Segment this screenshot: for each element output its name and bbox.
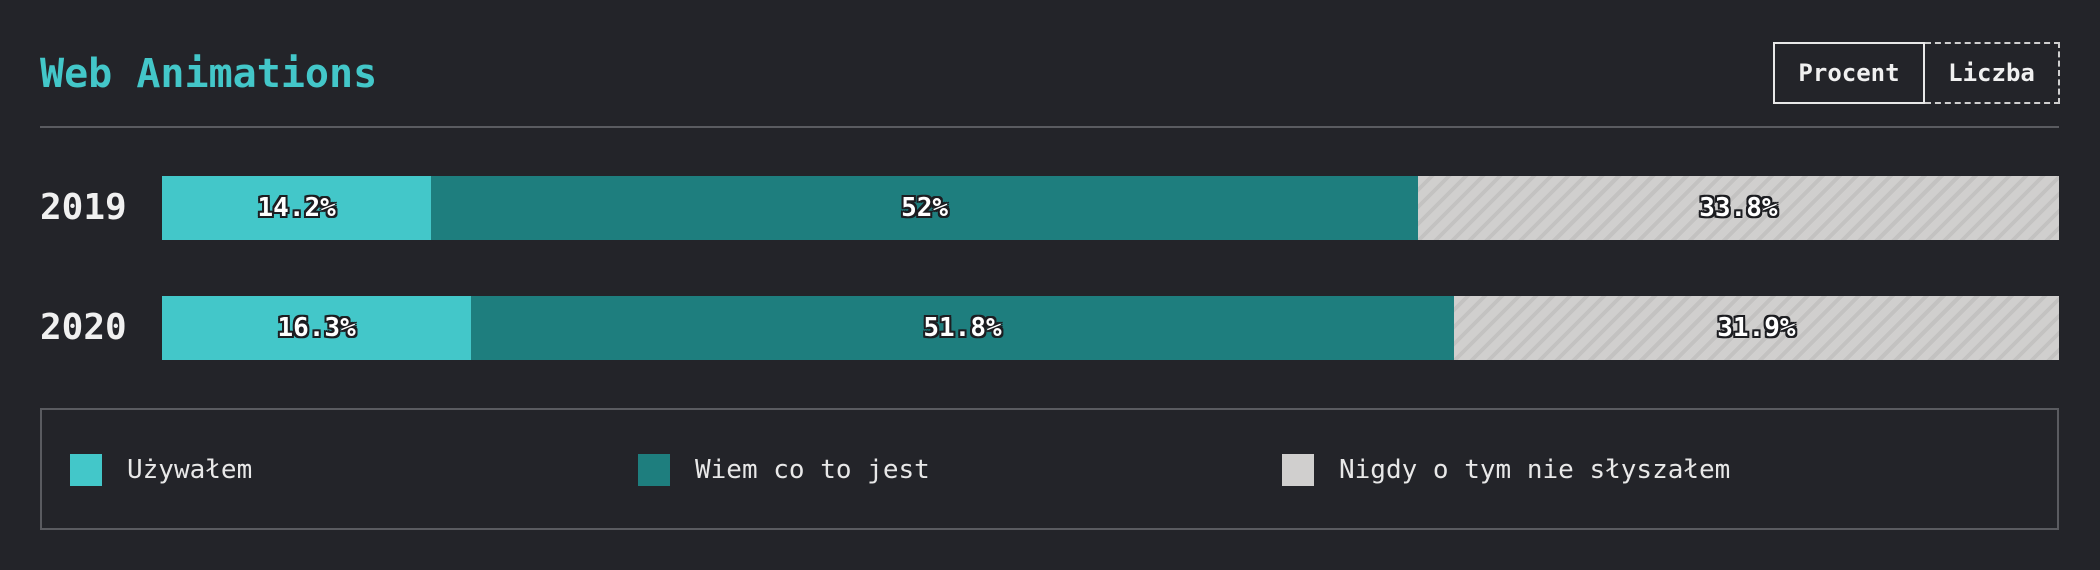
row-label: 2020 [40,307,127,348]
legend-label-never: Nigdy o tym nie słyszałem [1339,455,1731,485]
legend: Używałem Wiem co to jest Nigdy o tym nie… [40,408,2059,530]
bar-segment-known[interactable]: 51.8% [471,296,1454,360]
bar-segment-never[interactable]: 31.9% [1453,296,2059,360]
row-label: 2019 [40,187,127,228]
data-label: 14.2% [257,193,336,223]
header-divider [40,126,2059,128]
stacked-bar: 14.2% 52% 33.8% [162,176,2059,240]
data-label: 52% [901,193,949,223]
bar-row-2020: 2020 16.3% 51.8% 31.9% [40,296,2059,360]
legend-swatch-known [638,454,670,486]
percent-toggle-button[interactable]: Procent [1773,42,1925,104]
data-label: 16.3% [277,313,356,343]
legend-label-known: Wiem co to jest [695,455,930,485]
bar-row-2019: 2019 14.2% 52% 33.8% [40,176,2059,240]
count-toggle-button[interactable]: Liczba [1925,42,2060,104]
legend-label-used: Używałem [127,455,253,485]
legend-item-used[interactable]: Używałem [70,454,252,486]
bar-segment-known[interactable]: 52% [431,176,1418,240]
stacked-bar: 16.3% 51.8% 31.9% [162,296,2059,360]
legend-swatch-used [70,454,102,486]
bar-segment-never[interactable]: 33.8% [1417,176,2059,240]
legend-item-never[interactable]: Nigdy o tym nie słyszałem [1282,454,1730,486]
data-label: 33.8% [1699,193,1778,223]
unit-toggle: Procent Liczba [1773,42,2060,104]
bar-segment-used[interactable]: 14.2% [162,176,432,240]
bar-segment-used[interactable]: 16.3% [162,296,472,360]
legend-item-known[interactable]: Wiem co to jest [638,454,930,486]
data-label: 51.8% [923,313,1002,343]
data-label: 31.9% [1717,313,1796,343]
chart-title: Web Animations [40,51,378,97]
legend-swatch-never [1282,454,1314,486]
